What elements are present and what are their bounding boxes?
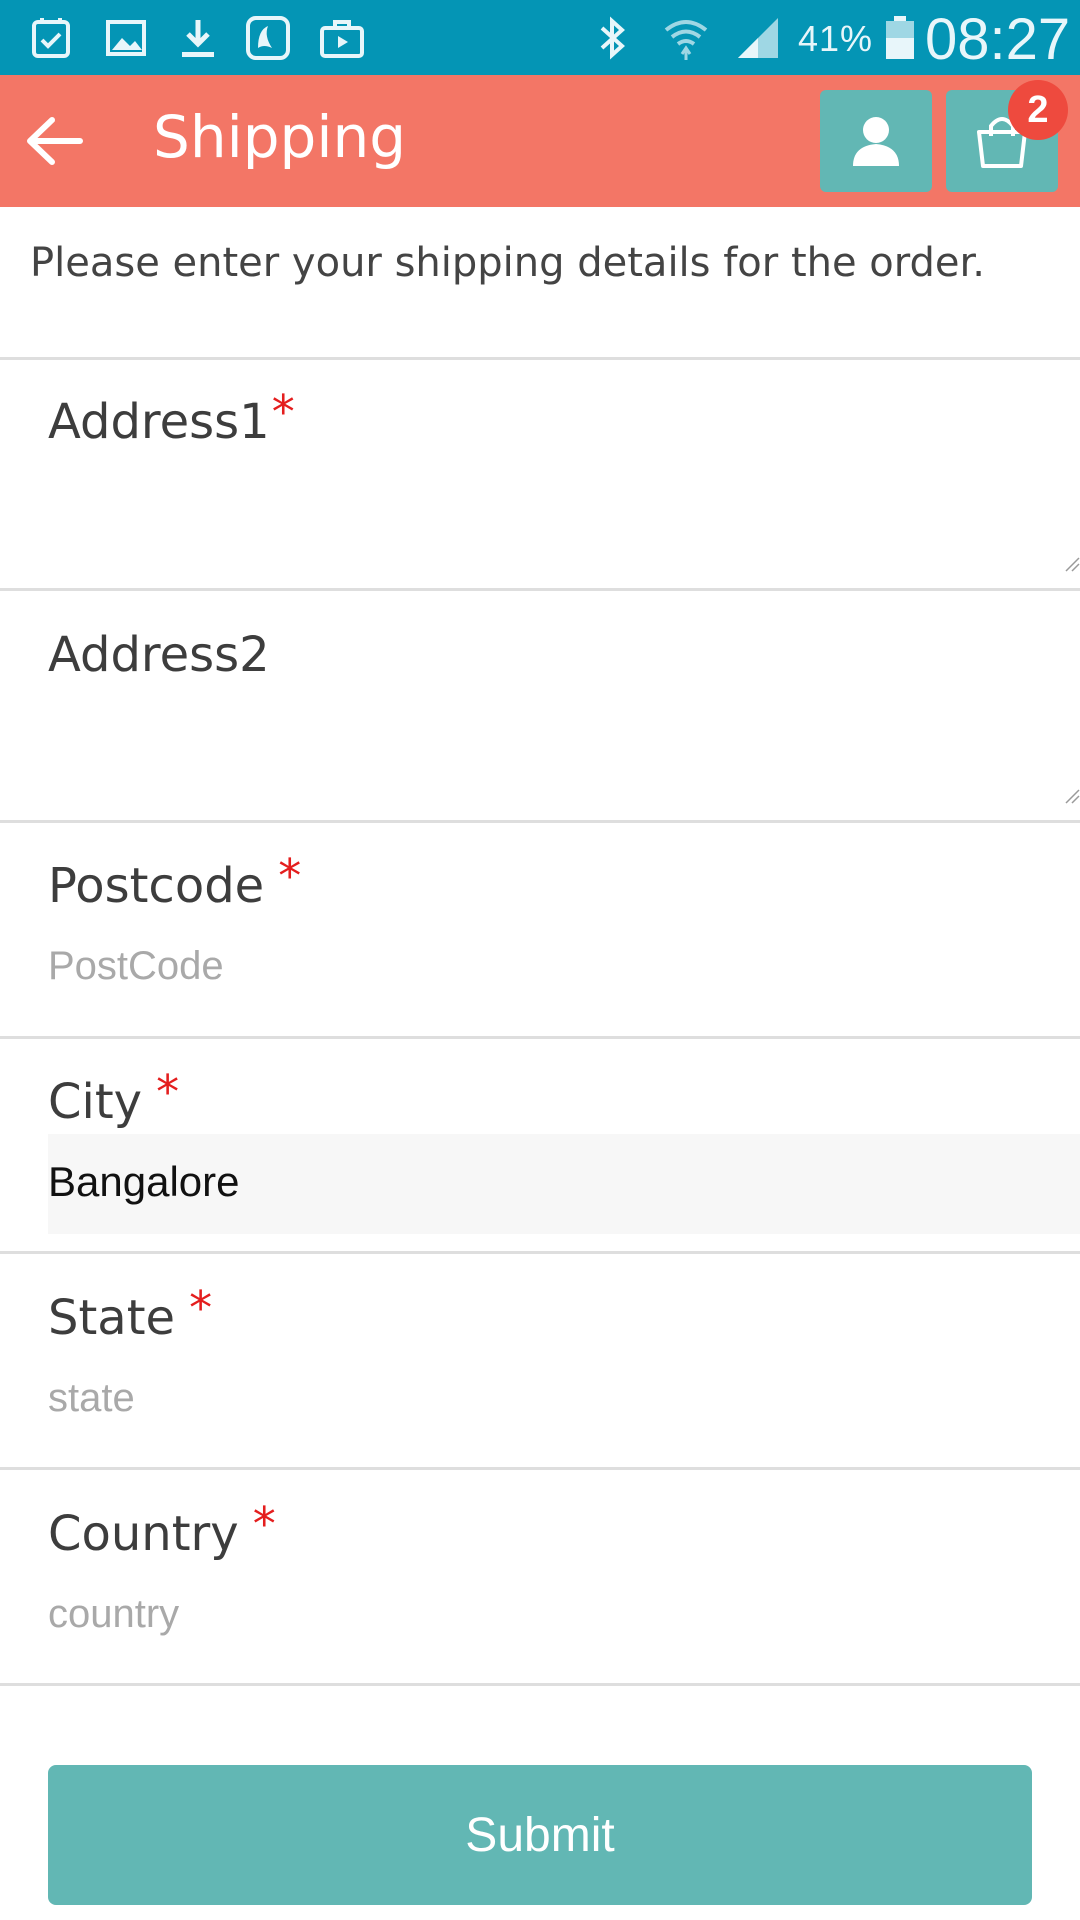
- wifi-icon: [662, 14, 710, 62]
- divider: [0, 1467, 1080, 1470]
- required-marker: *: [156, 1065, 180, 1119]
- divider: [0, 820, 1080, 823]
- state-input[interactable]: state: [48, 1376, 135, 1421]
- intro-text: Please enter your shipping details for t…: [30, 240, 985, 286]
- battery-percentage: 41%: [798, 18, 874, 59]
- postcode-label: Postcode *: [48, 849, 301, 914]
- postcode-input[interactable]: PostCode: [48, 944, 224, 989]
- state-label: State *: [48, 1281, 212, 1346]
- gallery-icon: [102, 14, 150, 62]
- shipping-screen: 41% 08:27 Shipping 2 Please enter your s…: [0, 0, 1080, 1920]
- address1-label-text: Address1: [48, 394, 270, 450]
- bluetooth-icon: [588, 14, 636, 62]
- country-label: Country *: [48, 1497, 276, 1562]
- page-title: Shipping: [153, 103, 407, 171]
- download-icon: [174, 14, 222, 62]
- address1-label: Address1*: [48, 385, 295, 450]
- divider: [0, 1036, 1080, 1039]
- status-time: 08:27: [925, 7, 1071, 72]
- arrow-left-icon: [27, 117, 83, 165]
- divider: [0, 357, 1080, 360]
- status-bar: 41% 08:27: [0, 0, 1080, 75]
- address2-textarea[interactable]: [48, 714, 1080, 804]
- required-marker: *: [252, 1497, 276, 1551]
- address2-label-text: Address2: [48, 627, 270, 683]
- divider: [0, 588, 1080, 591]
- postcode-label-text: Postcode: [48, 858, 265, 914]
- address2-label: Address2: [48, 627, 270, 683]
- required-marker: *: [271, 385, 295, 439]
- divider: [0, 1683, 1080, 1686]
- user-icon: [853, 117, 899, 166]
- city-input-value: Bangalore: [48, 1158, 240, 1205]
- app-header: Shipping: [0, 75, 1080, 207]
- music-app-icon: [244, 14, 292, 62]
- required-marker: *: [278, 849, 302, 903]
- country-label-text: Country: [48, 1506, 239, 1562]
- resize-grip-icon[interactable]: [1064, 556, 1080, 572]
- shopping-notification-icon: [28, 14, 76, 62]
- city-input[interactable]: Bangalore: [48, 1134, 1080, 1234]
- submit-button[interactable]: Submit: [48, 1765, 1032, 1905]
- city-label: City *: [48, 1065, 179, 1130]
- state-label-text: State: [48, 1290, 176, 1346]
- divider: [0, 1251, 1080, 1254]
- required-marker: *: [189, 1281, 213, 1335]
- account-button[interactable]: [820, 90, 932, 192]
- city-label-text: City: [48, 1074, 143, 1130]
- briefcase-icon: [318, 14, 366, 62]
- signal-icon: [734, 14, 782, 62]
- resize-grip-icon[interactable]: [1064, 788, 1080, 804]
- back-button[interactable]: [18, 105, 90, 177]
- country-input[interactable]: country: [48, 1592, 179, 1637]
- battery-icon: [876, 14, 924, 62]
- address1-textarea[interactable]: [48, 482, 1080, 572]
- cart-count-badge: 2: [1008, 80, 1068, 140]
